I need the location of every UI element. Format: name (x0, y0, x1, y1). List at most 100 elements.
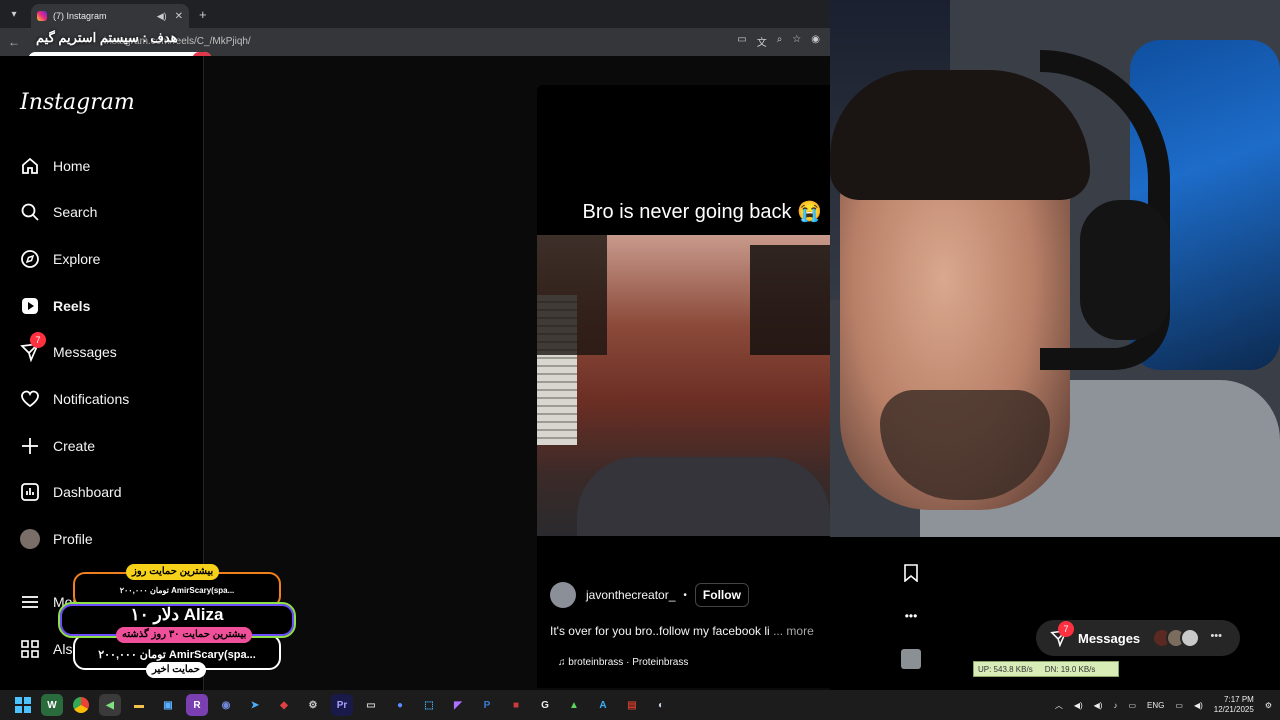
address-bar-actions: ▭ 文 ⌕ ☆ ◉ (737, 34, 820, 49)
sidebar-item-label: Search (53, 204, 98, 220)
speaker-icon[interactable]: ◀) (1074, 701, 1083, 710)
follow-button[interactable]: Follow (694, 583, 749, 607)
notifications-icon[interactable]: ⚙ (1265, 701, 1272, 710)
instagram-favicon-icon (37, 11, 47, 21)
sidebar-item-label: Notifications (53, 391, 130, 407)
messages-pill-label: Messages (1078, 630, 1141, 646)
sidebar-item-home[interactable]: Home (18, 151, 90, 181)
windows-taskbar: W ◀ ▬ ▣ R ◉ ➤ ◆ ⚙ Pr ▭ ● ⬚ ◤ P ■ G ▲ A ▤… (0, 690, 1280, 720)
app-icon[interactable]: A (592, 694, 614, 716)
app-icon[interactable]: ⬚ (418, 694, 440, 716)
microphone-icon[interactable]: ♪ (1113, 701, 1117, 710)
reel-music[interactable]: ♫ broteinbrass · Proteinbrass (558, 657, 688, 668)
screen: ▾ (7) Instagram ◀) ✕ + ← instagram.com/r… (0, 0, 1280, 720)
top-donor-month-tag: بیشترین حمایت ۳۰ روز گذشته (116, 627, 253, 643)
tab-title: (7) Instagram (53, 11, 107, 21)
menu-icon (18, 590, 42, 614)
chevron-up-icon[interactable]: ︿ (1055, 700, 1063, 711)
app-icon[interactable]: ▤ (621, 694, 643, 716)
sidebar-item-search[interactable]: Search (18, 197, 97, 227)
profile-icon[interactable]: ◉ (811, 34, 820, 49)
sidebar-item-dashboard[interactable]: Dashboard (18, 477, 122, 507)
recent-donor: ۲۰۰,۰۰۰ تومان AmirScary(spa... (98, 649, 256, 661)
messages-pill[interactable]: 7 Messages ••• (1036, 620, 1240, 656)
search-icon (18, 200, 42, 224)
stream-goal-text: هدف : سیستم استریم گیم (36, 30, 178, 45)
reel-caption: Bro is never going back 😭 (582, 201, 822, 223)
new-tab-button[interactable]: + (199, 7, 207, 22)
steam-icon[interactable]: ◐ (650, 694, 672, 716)
download-speed: DN: 19.0 KB/s (1044, 664, 1096, 674)
telegram-icon[interactable]: ➤ (244, 694, 266, 716)
hair-right (750, 245, 830, 355)
browser-tab[interactable]: (7) Instagram ◀) ✕ (31, 4, 189, 28)
sidebar-item-explore[interactable]: Explore (18, 244, 100, 274)
app-icon[interactable]: P (476, 694, 498, 716)
whatsapp-icon[interactable]: W (41, 694, 63, 716)
r-app-icon[interactable]: R (186, 694, 208, 716)
date: 12/21/2025 (1213, 705, 1254, 714)
display-icon[interactable]: ▭ (1128, 701, 1136, 710)
author-name[interactable]: javonthecreator_ (586, 588, 675, 602)
messages-badge: 7 (30, 332, 46, 348)
network-icon[interactable]: ▭ (1175, 701, 1183, 710)
app-icon[interactable]: ■ (505, 694, 527, 716)
tab-list-button[interactable]: ▾ (3, 3, 25, 25)
streaming-app-icon[interactable]: ◀ (99, 694, 121, 716)
close-tab-icon[interactable]: ✕ (175, 11, 183, 22)
sidebar-item-notifications[interactable]: Notifications (18, 384, 129, 414)
premiere-icon[interactable]: Pr (331, 694, 353, 716)
home-icon (18, 154, 42, 178)
message-avatars (1152, 628, 1200, 648)
more-options-icon[interactable]: ••• (1210, 630, 1222, 642)
donation-overlay: بیشترین حمایت روز ۲۰۰,۰۰۰ تومان AmirScar… (58, 564, 298, 678)
dashboard-icon (18, 480, 42, 504)
app-icon[interactable]: ▲ (563, 694, 585, 716)
shirt (577, 457, 830, 537)
plus-icon (18, 434, 42, 458)
sidebar-item-label: Messages (53, 344, 117, 360)
app-icon[interactable]: ◆ (273, 694, 295, 716)
terminal-icon[interactable]: ▭ (360, 694, 382, 716)
language-indicator[interactable]: ENG (1147, 701, 1164, 710)
reel-author: javonthecreator_ • Follow (550, 582, 749, 608)
windows-start-icon[interactable] (12, 694, 34, 716)
install-app-icon[interactable]: ▭ (737, 34, 746, 49)
app-icon[interactable]: ⚙ (302, 694, 324, 716)
more-options-icon[interactable]: ••• (900, 605, 922, 627)
clock[interactable]: 7:17 PM 12/21/2025 (1214, 695, 1254, 715)
sidebar-item-label: Profile (53, 531, 93, 547)
description-text: It's over for you bro..follow my faceboo… (550, 624, 770, 638)
top-donor-day-tag: بیشترین حمایت روز (126, 564, 220, 580)
heart-icon (18, 387, 42, 411)
translate-icon[interactable]: 文 (757, 34, 767, 49)
avatar (1180, 628, 1200, 648)
instagram-logo[interactable]: Instagram (20, 90, 135, 115)
author-avatar[interactable] (550, 582, 576, 608)
file-explorer-icon[interactable]: ▬ (128, 694, 150, 716)
app-icon[interactable]: ◤ (447, 694, 469, 716)
chrome-icon[interactable] (70, 694, 92, 716)
sidebar-item-reels[interactable]: Reels (18, 291, 90, 321)
time: 7:17 PM (1224, 695, 1254, 704)
back-arrow-icon[interactable]: ← (0, 35, 28, 49)
recent-donor-tag: حمایت اخیر (146, 662, 206, 678)
app-icon[interactable]: G (534, 694, 556, 716)
volume-icon[interactable]: ◀) (1194, 701, 1203, 710)
audio-thumbnail[interactable] (900, 648, 922, 670)
sidebar-item-profile[interactable]: Profile (18, 524, 93, 554)
avatar (18, 527, 42, 551)
sidebar-item-messages[interactable]: 7 Messages (18, 332, 117, 367)
photos-icon[interactable]: ▣ (157, 694, 179, 716)
speaker-icon[interactable]: ◀) (157, 11, 167, 22)
messages-pill-badge: 7 (1058, 621, 1074, 637)
network-monitor: UP: 543.8 KB/s DN: 19.0 KB/s (973, 661, 1119, 677)
app-icon[interactable]: ● (389, 694, 411, 716)
save-bookmark-icon[interactable] (900, 562, 922, 584)
sidebar-item-create[interactable]: Create (18, 431, 95, 461)
discord-icon[interactable]: ◉ (215, 694, 237, 716)
more-link[interactable]: ... more (773, 624, 814, 638)
zoom-icon[interactable]: ⌕ (777, 34, 783, 49)
bookmark-star-icon[interactable]: ☆ (792, 34, 801, 49)
app-tray-icon[interactable]: ◀) (1094, 701, 1103, 710)
